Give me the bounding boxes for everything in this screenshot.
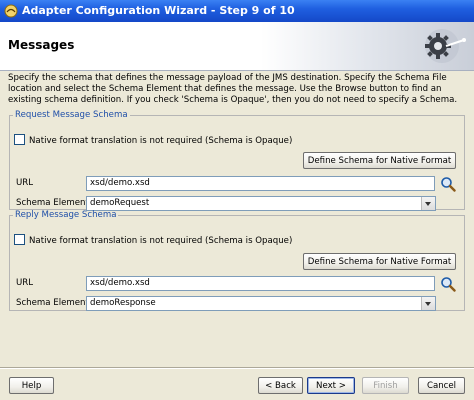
reply-schema-element-value: demoResponse bbox=[90, 298, 156, 308]
request-opaque-checkbox-label: Native format translation is not require… bbox=[29, 136, 293, 146]
reply-schema-element-label: Schema Element bbox=[16, 298, 89, 308]
footer-separator bbox=[0, 367, 474, 369]
reply-opaque-checkbox-label: Native format translation is not require… bbox=[29, 236, 293, 246]
request-url-input[interactable]: xsd/demo.xsd bbox=[86, 176, 435, 191]
cancel-button[interactable]: Cancel bbox=[418, 377, 465, 394]
window-titlebar: Adapter Configuration Wizard - Step 9 of… bbox=[0, 0, 474, 22]
header-banner: Messages bbox=[0, 22, 474, 71]
request-schema-element-value: demoRequest bbox=[90, 198, 150, 208]
page-title: Messages bbox=[8, 38, 75, 52]
reply-define-native-format-button[interactable]: Define Schema for Native Format bbox=[303, 253, 456, 270]
request-browse-magnifier-icon[interactable] bbox=[440, 176, 456, 192]
back-button[interactable]: < Back bbox=[258, 377, 303, 394]
finish-button: Finish bbox=[362, 377, 409, 394]
chevron-down-icon[interactable] bbox=[421, 197, 435, 210]
request-opaque-checkbox[interactable] bbox=[14, 134, 25, 145]
reply-schema-group: Reply Message Schema Native format trans… bbox=[9, 210, 465, 311]
help-button[interactable]: Help bbox=[9, 377, 54, 394]
reply-schema-legend: Reply Message Schema bbox=[15, 210, 117, 220]
reply-opaque-checkbox[interactable] bbox=[14, 234, 25, 245]
request-schema-group: Request Message Schema Native format tra… bbox=[9, 110, 465, 211]
reply-schema-element-select[interactable]: demoResponse bbox=[86, 296, 436, 311]
page-description: Specify the schema that defines the mess… bbox=[8, 73, 458, 105]
request-schema-element-label: Schema Element bbox=[16, 198, 89, 208]
request-schema-element-select[interactable]: demoRequest bbox=[86, 196, 436, 211]
window-title: Adapter Configuration Wizard - Step 9 of… bbox=[22, 4, 295, 17]
request-opaque-checkbox-row[interactable]: Native format translation is not require… bbox=[14, 134, 292, 146]
gear-wizard-icon bbox=[425, 29, 466, 63]
reply-opaque-checkbox-row[interactable]: Native format translation is not require… bbox=[14, 234, 292, 246]
next-button[interactable]: Next > bbox=[307, 377, 355, 394]
chevron-down-icon[interactable] bbox=[421, 297, 435, 310]
app-icon bbox=[4, 4, 18, 18]
reply-url-input[interactable]: xsd/demo.xsd bbox=[86, 276, 435, 291]
request-define-native-format-button[interactable]: Define Schema for Native Format bbox=[303, 152, 456, 169]
request-url-label: URL bbox=[16, 178, 34, 188]
request-schema-legend: Request Message Schema bbox=[15, 110, 128, 120]
reply-url-label: URL bbox=[16, 278, 34, 288]
reply-browse-magnifier-icon[interactable] bbox=[440, 276, 456, 292]
